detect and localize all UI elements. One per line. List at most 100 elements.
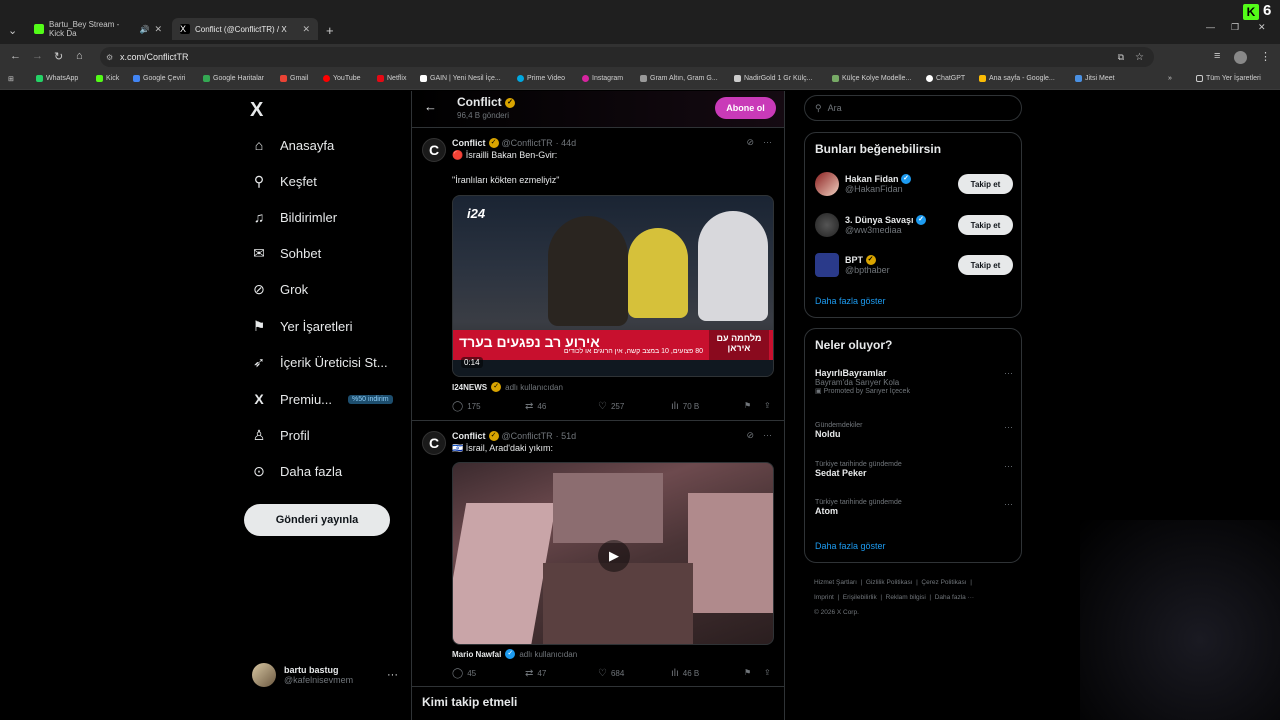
follow-button[interactable]: Takip et — [958, 215, 1013, 235]
like-button[interactable]: ♡ 257 — [598, 401, 624, 412]
subscribe-button[interactable]: Abone ol — [715, 97, 776, 119]
credit-name[interactable]: I24NEWS — [452, 383, 487, 392]
window-close-icon[interactable]: ✕ — [1258, 22, 1266, 33]
trend-item[interactable]: Türkiye tarihinde gündemde Atom ··· — [815, 499, 1013, 516]
suggestion-row[interactable]: Hakan Fidan ✓ @HakanFidan Takip et — [815, 172, 1013, 196]
bookmarks-overflow-icon[interactable]: » — [1168, 75, 1172, 82]
apps-grid-icon[interactable]: ⊞ — [8, 75, 14, 83]
home-browser-icon[interactable]: ⌂ — [76, 50, 83, 62]
tab-search-icon[interactable]: ⌄ — [8, 24, 17, 37]
site-info-icon[interactable]: ⚙ — [106, 53, 113, 62]
nav-premium[interactable]: X Premiu... %50 indirim — [250, 391, 393, 407]
tweet-video[interactable]: i24 אירוע רב נפגעים בערד מלחמה עם איראן … — [452, 195, 774, 377]
bookmark-jitsi[interactable]: Jitsi Meet — [1075, 75, 1115, 82]
more-icon[interactable]: ··· — [1004, 422, 1013, 432]
bookmark-translate[interactable]: Google Çeviri — [133, 75, 185, 82]
install-app-icon[interactable]: ⧉ — [1118, 52, 1124, 63]
grok-explain-icon[interactable]: ⊘ — [746, 137, 754, 148]
repost-button[interactable]: ⇄ 46 — [525, 401, 546, 412]
nav-grok[interactable]: ⊘ Grok — [250, 281, 308, 298]
reply-button[interactable]: ◯ 175 — [452, 401, 481, 412]
tweet[interactable]: C Conflict ✓ @ConflictTR · 51d ⊘ ··· 🇮🇱 İ… — [412, 421, 784, 687]
conflict-avatar[interactable]: C — [422, 431, 446, 455]
nav-profile[interactable]: ♙ Profil — [250, 427, 310, 444]
tab-conflict-x[interactable]: X Conflict (@ConflictTR) / X ✕ — [172, 18, 318, 40]
more-icon[interactable]: ··· — [1004, 368, 1013, 378]
bookmark-kick[interactable]: Kick — [96, 75, 119, 82]
close-tab-icon[interactable]: ✕ — [154, 24, 162, 35]
account-more-icon[interactable]: ··· — [387, 669, 398, 681]
reload-icon[interactable]: ↻ — [54, 50, 63, 63]
credit-name[interactable]: Mario Nawfal — [452, 650, 501, 659]
forward-arrow-icon[interactable]: → — [32, 50, 43, 62]
share-icon[interactable]: ⇪ — [764, 401, 771, 410]
bookmark-instagram[interactable]: Instagram — [582, 75, 623, 82]
reading-list-icon[interactable]: ≡ — [1214, 50, 1220, 62]
reply-button[interactable]: ◯ 45 — [452, 668, 476, 679]
bookmark-gmail[interactable]: Gmail — [280, 75, 308, 82]
nav-more[interactable]: ⊙ Daha fazla — [250, 463, 342, 480]
bookmark-tweet-icon[interactable]: ⚑ — [744, 401, 751, 410]
like-button[interactable]: ♡ 684 — [598, 668, 624, 679]
nav-notifications[interactable]: ♫ Bildirimler — [250, 209, 337, 225]
bookmark-google[interactable]: Ana sayfa - Google... — [979, 75, 1055, 82]
bookmark-prime[interactable]: Prime Video — [517, 75, 565, 82]
bookmark-gram-altin[interactable]: Gram Altın, Gram G... — [640, 75, 718, 82]
new-tab-icon[interactable]: + — [326, 23, 334, 38]
x-logo-icon[interactable]: X — [250, 99, 263, 122]
more-icon[interactable]: ··· — [1004, 499, 1013, 509]
views-button[interactable]: ılı 46 B — [671, 668, 699, 679]
tab-kick-stream[interactable]: Bartu_Bey Stream - Kick Da 🔊 ✕ — [26, 18, 170, 40]
bookmark-tweet-icon[interactable]: ⚑ — [744, 668, 751, 677]
suggestion-row[interactable]: BPT ✓ @bpthaber Takip et — [815, 253, 1013, 277]
bookmark-gain[interactable]: GAIN | Yeni Nesil İçe... — [420, 75, 501, 82]
nav-home[interactable]: ⌂ Anasayfa — [250, 137, 334, 153]
show-more-link[interactable]: Daha fazla göster — [815, 541, 886, 551]
bookmark-youtube[interactable]: YouTube — [323, 75, 361, 82]
grok-explain-icon[interactable]: ⊘ — [746, 430, 754, 441]
bookmark-maps[interactable]: Google Haritalar — [203, 75, 264, 82]
account-switcher[interactable]: bartu bastug @kafelnisevmem — [252, 663, 353, 687]
more-icon[interactable]: ··· — [763, 137, 772, 148]
post-button[interactable]: Gönderi yayınla — [244, 504, 390, 536]
trend-item[interactable]: HayırlıBayramlar Bayram'da Sarıyer Kola … — [815, 368, 1013, 395]
nav-messages[interactable]: ✉ Sohbet — [250, 245, 321, 262]
author-name[interactable]: Conflict — [452, 431, 486, 441]
footer-link[interactable]: Hizmet Şartları — [814, 579, 857, 586]
footer-link[interactable]: Gizlilik Politikası — [866, 579, 913, 586]
footer-link[interactable]: Reklam bilgisi — [886, 594, 926, 601]
back-arrow-icon[interactable]: ← — [10, 50, 21, 62]
follow-button[interactable]: Takip et — [958, 174, 1013, 194]
follow-button[interactable]: Takip et — [958, 255, 1013, 275]
all-bookmarks-folder[interactable]: Tüm Yer İşaretleri — [1196, 75, 1261, 82]
footer-link[interactable]: Daha fazla ··· — [935, 594, 974, 601]
trend-item[interactable]: Türkiye tarihinde gündemde Sedat Peker ·… — [815, 461, 1013, 478]
footer-link[interactable]: Çerez Politikası — [921, 579, 966, 586]
nav-creator-studio[interactable]: ➶ İçerik Üreticisi St... — [250, 354, 388, 371]
bookmark-chatgpt[interactable]: ChatGPT — [926, 75, 965, 82]
conflict-avatar[interactable]: C — [422, 138, 446, 162]
back-arrow-icon[interactable]: ← — [424, 99, 437, 114]
star-icon[interactable]: ☆ — [1135, 52, 1144, 63]
repost-button[interactable]: ⇄ 47 — [525, 668, 546, 679]
nav-bookmarks[interactable]: ⚑ Yer İşaretleri — [250, 318, 353, 335]
url-bar[interactable]: ⚙ x.com/ConflictTR ⧉ ☆ — [100, 47, 1154, 67]
nav-explore[interactable]: ⚲ Keşfet — [250, 173, 317, 190]
tweet[interactable]: C Conflict ✓ @ConflictTR · 44d ⊘ ··· 🔴 İs… — [412, 128, 784, 421]
footer-link[interactable]: Erişilebilirlik — [843, 594, 877, 601]
minimize-icon[interactable]: — — [1206, 22, 1215, 32]
trend-item[interactable]: Gündemdekiler Noldu ··· — [815, 422, 1013, 439]
author-name[interactable]: Conflict — [452, 138, 486, 148]
close-tab-icon[interactable]: ✕ — [302, 24, 310, 35]
profile-avatar-icon[interactable] — [1234, 51, 1247, 64]
more-icon[interactable]: ··· — [1004, 461, 1013, 471]
views-button[interactable]: ılı 70 B — [671, 401, 699, 412]
more-icon[interactable]: ··· — [763, 430, 772, 441]
suggestion-row[interactable]: 3. Dünya Savaşı ✓ @ww3mediaa Takip et — [815, 213, 1013, 237]
show-more-link[interactable]: Daha fazla göster — [815, 296, 886, 306]
footer-link[interactable]: Imprint — [814, 594, 834, 601]
browser-menu-icon[interactable]: ⋮ — [1260, 50, 1271, 63]
tweet-video[interactable]: ▶ — [452, 462, 774, 645]
bookmark-nadirgold[interactable]: NadirGold 1 Gr Külç... — [734, 75, 812, 82]
bookmark-netflix[interactable]: Netflix — [377, 75, 406, 82]
